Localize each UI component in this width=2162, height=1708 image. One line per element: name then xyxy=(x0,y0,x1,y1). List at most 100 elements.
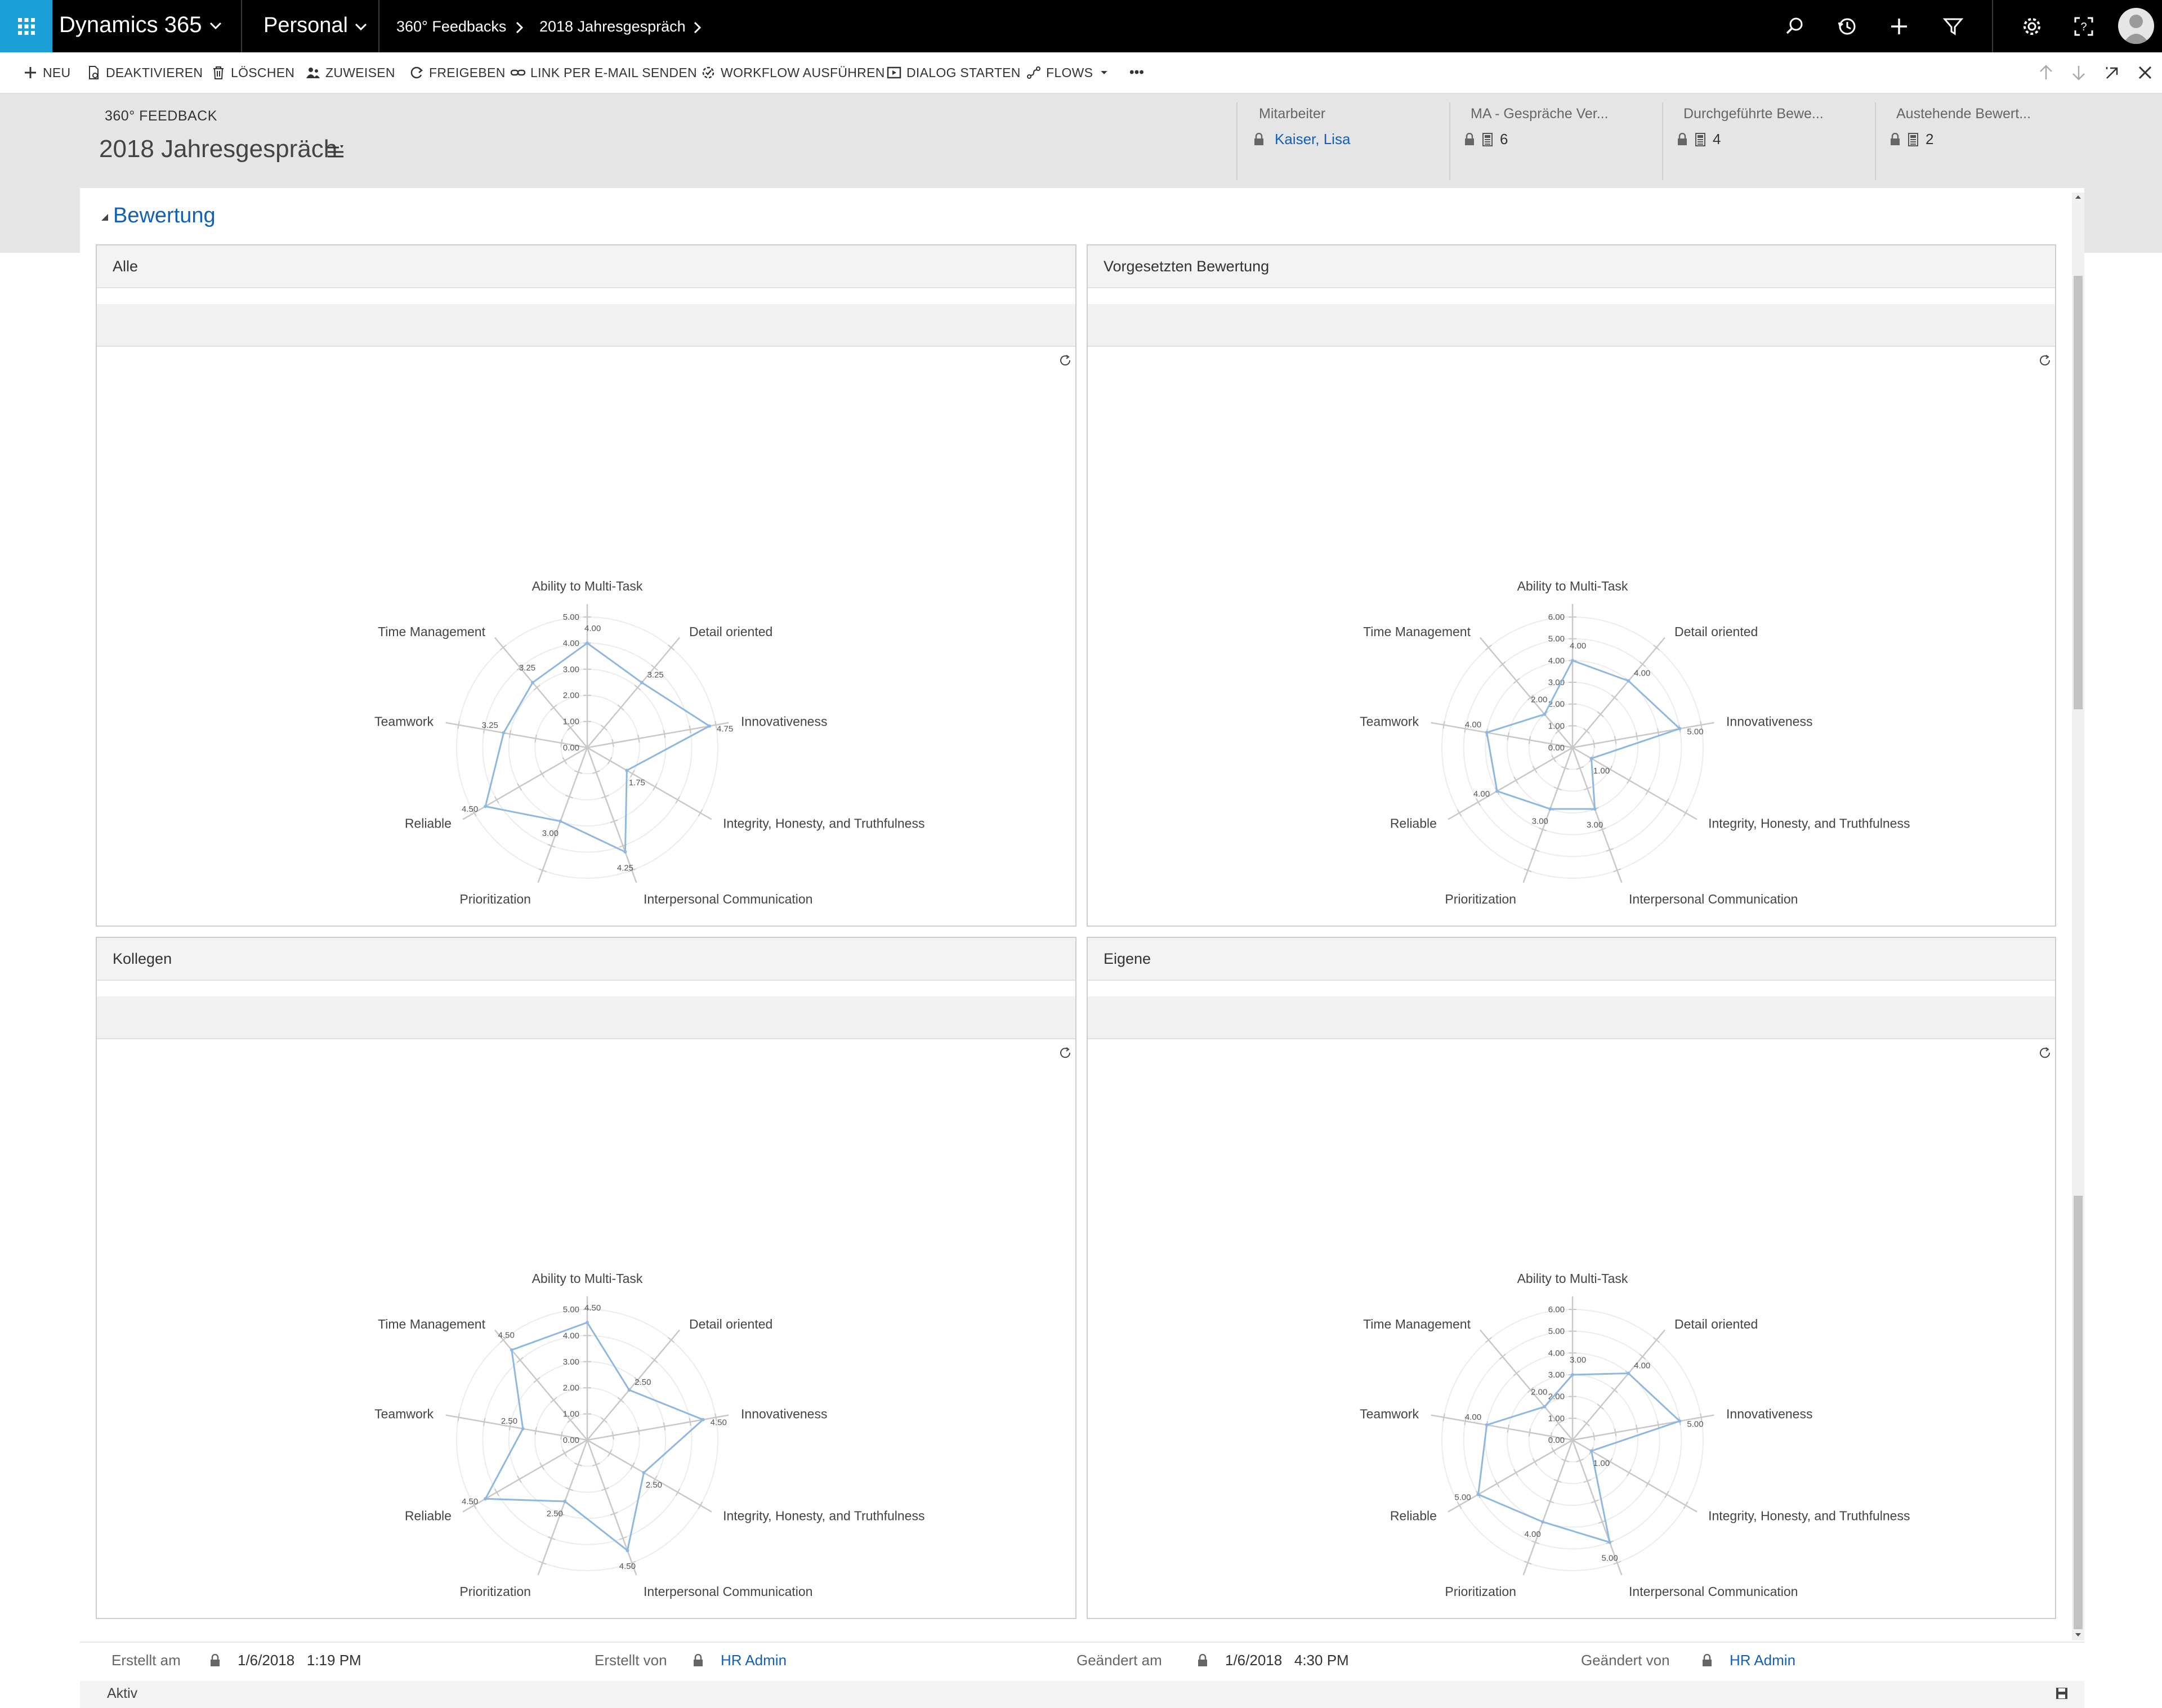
radar-chart[interactable]: 0.001.002.003.004.005.006.003.004.005.00… xyxy=(1088,1040,2055,1618)
more-commands-button[interactable]: ••• xyxy=(1129,61,1144,84)
category-label: Reliable xyxy=(405,1509,452,1523)
user-avatar[interactable] xyxy=(2118,8,2154,44)
category-label: Time Management xyxy=(378,1317,486,1331)
category-label: Integrity, Honesty, and Truthfulness xyxy=(1708,816,1910,831)
run-workflow-button[interactable]: WORKFLOW AUSFÜHREN xyxy=(700,61,885,84)
breadcrumb-record[interactable]: 2018 Jahresgespräch xyxy=(539,18,686,35)
data-point xyxy=(1485,1423,1489,1427)
breadcrumb-entity[interactable]: 360° Feedbacks xyxy=(396,18,506,35)
panel-title: Alle xyxy=(113,258,139,275)
category-label: Reliable xyxy=(1390,816,1437,831)
modified-by-link[interactable]: HR Admin xyxy=(1730,1652,1795,1669)
arrow-down-icon[interactable] xyxy=(2069,62,2089,83)
pending-count: 2 xyxy=(1926,131,1934,147)
category-label: Detail oriented xyxy=(689,1317,772,1331)
tick-label: 0.00 xyxy=(563,1436,579,1445)
header-field-pending: 2 xyxy=(1889,131,1933,148)
category-label: Innovativeness xyxy=(741,1406,827,1421)
start-dialog-button[interactable]: DIALOG STARTEN xyxy=(886,61,1021,84)
header-field-label: Mitarbeiter xyxy=(1259,106,1326,122)
settings-icon[interactable] xyxy=(2020,15,2044,38)
tick-label: 1.00 xyxy=(563,717,579,727)
radar-chart[interactable]: 0.00 1.00 2.00 3.00 4.00 5.00 6.00 4.00 4.00 5.00… xyxy=(1088,348,2055,925)
created-by-link[interactable]: HR Admin xyxy=(721,1652,787,1669)
axis-spoke xyxy=(537,747,588,883)
radar-chart[interactable]: 0.00 1.00 2.00 3.00 4.00 5.00 4.50 2.50 4.50 2.50… xyxy=(97,1040,1075,1618)
email-link-button[interactable]: LINK PER E-MAIL SENDEN xyxy=(510,61,697,84)
data-label: 4.00 xyxy=(1570,641,1586,651)
collapse-triangle-icon[interactable] xyxy=(99,212,110,223)
search-icon[interactable] xyxy=(1783,15,1806,38)
header-field-label: MA - Gespräche Ver... xyxy=(1471,106,1609,122)
lock-icon xyxy=(694,1653,703,1666)
flows-button[interactable]: FLOWS xyxy=(1026,61,1114,84)
area-selector[interactable]: Personal xyxy=(263,14,348,38)
assign-button[interactable]: ZUWEISEN xyxy=(305,61,395,84)
axis-spoke xyxy=(586,1439,637,1576)
data-label: 3.25 xyxy=(482,721,498,730)
page-title: 2018 Jahresgespräch xyxy=(99,135,338,163)
section-title[interactable]: Bewertung xyxy=(113,204,216,228)
chevron-right-icon xyxy=(516,21,524,34)
category-label: Ability to Multi-Task xyxy=(532,1271,643,1286)
scrollbar-thumb[interactable] xyxy=(2074,1196,2083,1629)
category-label: Ability to Multi-Task xyxy=(532,579,643,593)
app-name[interactable]: Dynamics 365 xyxy=(59,12,202,38)
delete-button[interactable]: LÖSCHEN xyxy=(211,61,294,84)
modified-by-label: Geändert von xyxy=(1581,1652,1670,1669)
header-field-label: Austehende Bewert... xyxy=(1896,106,2031,122)
save-icon[interactable] xyxy=(2055,1687,2069,1700)
data-point xyxy=(642,1471,646,1474)
help-icon[interactable]: ? xyxy=(2072,15,2096,38)
data-label: 5.00 xyxy=(1687,1419,1703,1429)
axis-tick xyxy=(483,1418,486,1426)
chevron-down-icon[interactable] xyxy=(209,21,222,30)
tick-label: 3.00 xyxy=(563,1357,579,1367)
popout-icon[interactable] xyxy=(2102,62,2123,83)
scrollbar-thumb[interactable] xyxy=(2074,276,2083,709)
deactivate-button[interactable]: DEAKTIVIEREN xyxy=(86,61,203,84)
axis-tick xyxy=(1636,1424,1638,1433)
employee-link[interactable]: Kaiser, Lisa xyxy=(1275,131,1350,148)
share-button[interactable]: FREIGEBEN xyxy=(409,61,506,84)
command-bar: NEU DEAKTIVIEREN LÖSCHEN ZUWEISEN FREIGE… xyxy=(0,52,2162,94)
history-icon[interactable] xyxy=(1835,15,1859,38)
lock-icon xyxy=(1465,132,1474,145)
axis-spoke xyxy=(537,1439,588,1576)
data-point xyxy=(640,681,644,685)
data-label: 2.50 xyxy=(635,1378,651,1387)
category-label: Teamwork xyxy=(1360,714,1419,728)
axis-tick xyxy=(534,1427,537,1435)
data-point xyxy=(1627,1371,1631,1375)
link-icon xyxy=(510,69,526,76)
chart-panel-self: Eigene 0.00 1.00 2.00 3.00 4.00 5.00 6.00 3.00 4… xyxy=(1087,937,2056,1619)
plus-icon[interactable] xyxy=(1887,15,1911,38)
filter-icon[interactable] xyxy=(1941,15,1965,38)
chevron-down-icon[interactable] xyxy=(355,23,367,32)
conversations-count: 6 xyxy=(1500,131,1508,147)
caret-down-icon xyxy=(1101,71,1107,74)
scroll-down-icon[interactable] xyxy=(2074,1630,2083,1639)
panel-header: Eigene xyxy=(1088,938,2055,981)
data-point xyxy=(708,724,712,728)
close-icon[interactable] xyxy=(2135,62,2155,83)
form-selector-icon[interactable] xyxy=(325,142,346,162)
scroll-up-icon[interactable] xyxy=(2074,193,2083,202)
lock-icon xyxy=(1254,132,1263,145)
new-button[interactable]: NEU xyxy=(23,61,70,84)
radar-chart[interactable]: 0.00 1.00 2.00 3.00 4.00 5.00 4.00 3.25 4.75 1.75… xyxy=(97,348,1075,925)
chart-panel-colleagues: Kollegen 0.00 1.00 2.00 3.00 4.00 5.00 4.50 2.5… xyxy=(96,937,1076,1619)
arrow-up-icon[interactable] xyxy=(2036,62,2056,83)
chevron-right-icon[interactable] xyxy=(693,21,702,34)
data-point xyxy=(627,1388,631,1392)
data-point xyxy=(1485,731,1489,735)
axis-tick xyxy=(534,734,537,743)
data-point xyxy=(586,1321,589,1325)
data-point xyxy=(521,1427,525,1430)
app-launcher-button[interactable] xyxy=(0,0,52,52)
panel-title: Eigene xyxy=(1104,950,1151,967)
axis-tick xyxy=(1636,732,1638,740)
axis-tick xyxy=(560,739,563,748)
document-icon xyxy=(89,66,99,79)
axis-tick xyxy=(663,1422,666,1430)
